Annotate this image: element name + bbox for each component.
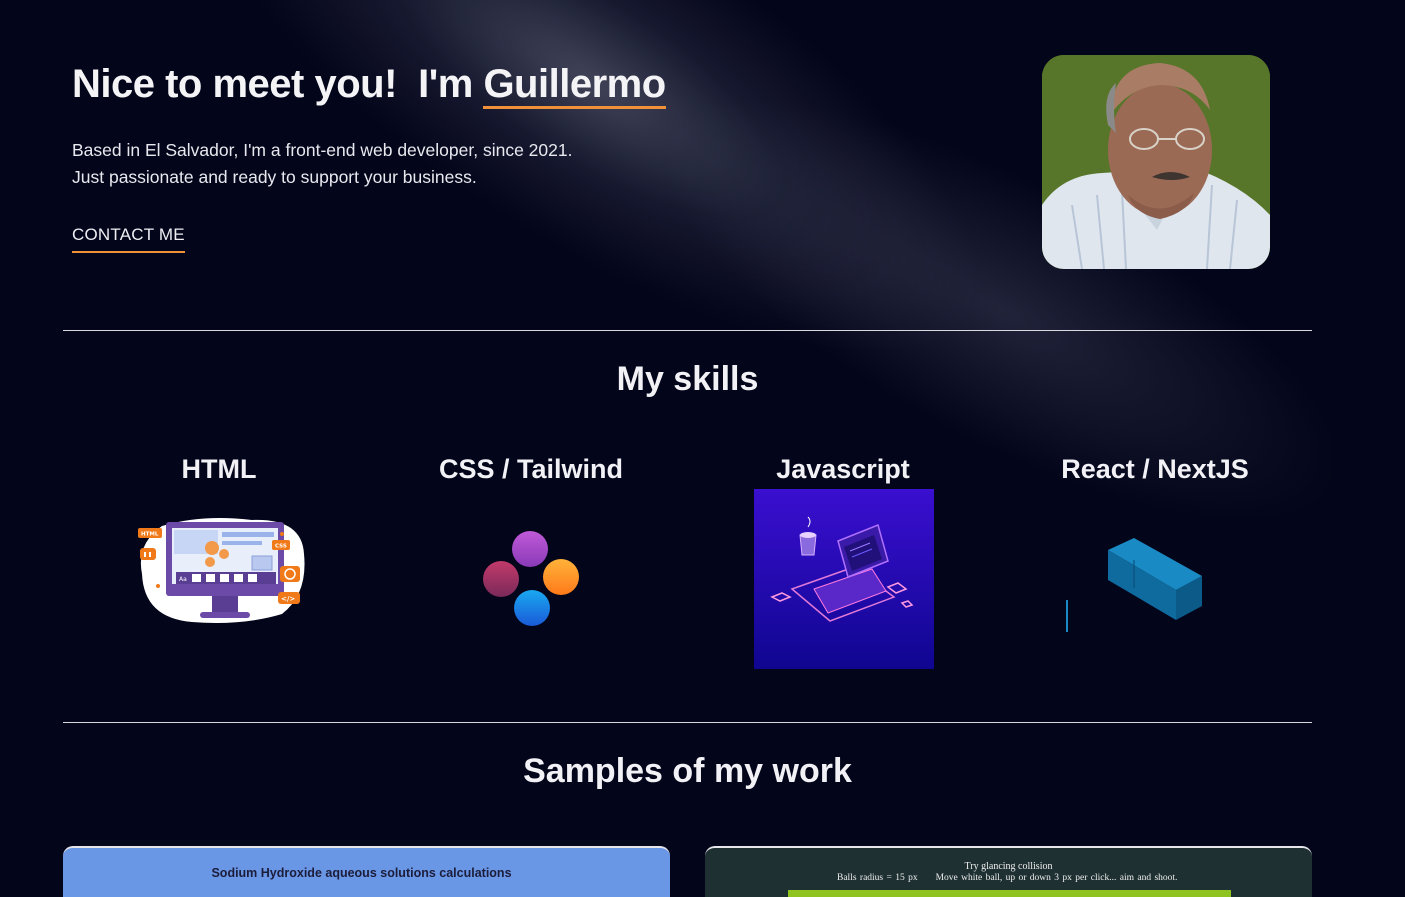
hero-section: Nice to meet you! I'm Guillermo Based in… <box>72 62 666 253</box>
instructions-text: Move white ball, up or down 3 px per cli… <box>935 873 1178 883</box>
skill-label: React / NextJS <box>1061 454 1249 484</box>
hero-intro: Based in El Salvador, I'm a front-end we… <box>72 137 666 191</box>
skill-card-react: React / NextJS <box>1005 454 1305 485</box>
skill-card-javascript: Javascript <box>693 454 993 485</box>
section-divider <box>63 722 1312 723</box>
hero-name: Guillermo <box>483 62 666 109</box>
game-area-preview <box>788 890 1231 897</box>
work-card-subtitle: Balls radius = 15 px Move white ball, up … <box>837 873 1177 883</box>
section-divider <box>63 330 1312 331</box>
hero-heading: Nice to meet you! I'm Guillermo <box>72 62 666 109</box>
html-badge-text: HTML <box>141 532 159 538</box>
css-illustration <box>480 528 584 630</box>
work-card-sodium-hydroxide[interactable]: Sodium Hydroxide aqueous solutions calcu… <box>63 846 670 897</box>
css-badge-text: CSS <box>275 544 287 550</box>
skill-card-css: CSS / Tailwind <box>381 454 681 485</box>
hero-greeting: Nice to meet you! I'm <box>72 62 484 106</box>
html-art-aa-text: Aa <box>179 576 187 583</box>
work-title: Samples of my work <box>523 752 852 790</box>
code-badge-text: </> <box>281 595 295 603</box>
work-card-glancing-collision[interactable]: Try glancing collision Balls radius = 15… <box>705 846 1312 897</box>
skill-card-html: HTML <box>69 454 369 485</box>
html-illustration: Aa HTML CSS </> <box>132 514 308 628</box>
hero-intro-line1: Based in El Salvador, I'm a front-end we… <box>72 140 573 160</box>
work-card-title: Try glancing collision <box>964 861 1053 872</box>
balls-radius-text: Balls radius = 15 px <box>837 873 918 883</box>
react-illustration <box>1060 530 1210 634</box>
skills-title: My skills <box>616 360 759 398</box>
skill-label: HTML <box>181 454 257 484</box>
profile-photo <box>1042 55 1270 269</box>
javascript-illustration <box>754 489 934 669</box>
skill-label: Javascript <box>776 454 910 484</box>
work-card-title: Sodium Hydroxide aqueous solutions calcu… <box>211 866 512 880</box>
skill-label: CSS / Tailwind <box>438 454 624 484</box>
hero-intro-line2: Just passionate and ready to support you… <box>72 167 477 187</box>
contact-me-link[interactable]: CONTACT ME <box>72 225 185 253</box>
